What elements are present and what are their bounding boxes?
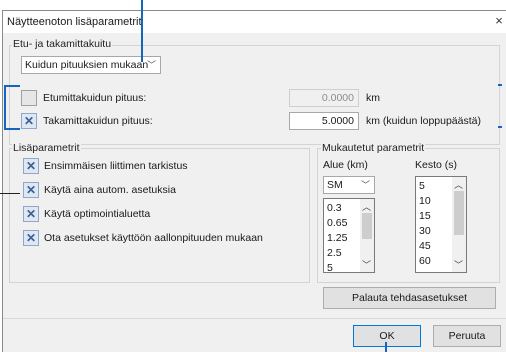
dialog: Näytteenoton lisäparametrit × Etu- ja ta… — [2, 10, 506, 352]
scroll-up-icon[interactable]: ︿ — [454, 178, 463, 191]
range-mode-value: SM — [327, 179, 343, 191]
scroll-down-icon[interactable]: ﹀ — [454, 258, 463, 271]
front-fiber-checkbox[interactable] — [21, 90, 37, 106]
scroll-down-icon[interactable]: ﹀ — [362, 258, 371, 271]
annotation-line — [141, 0, 143, 62]
range-item[interactable]: 2.5 — [327, 247, 342, 259]
duration-scroll-thumb[interactable] — [454, 191, 464, 235]
annotation-line — [0, 193, 20, 194]
duration-list[interactable]: 5 10 15 30 45 60 ︿ ﹀ — [415, 176, 467, 273]
close-icon[interactable]: × — [491, 13, 506, 29]
back-fiber-input[interactable]: 5.0000 — [289, 112, 359, 130]
first-connector-label: Ensimmäisen liittimen tarkistus — [44, 160, 188, 172]
restore-defaults-button[interactable]: Palauta tehdasasetukset — [323, 287, 496, 309]
annotation-tick — [498, 126, 502, 128]
annotation-line — [385, 342, 387, 352]
back-fiber-checkbox[interactable] — [21, 113, 37, 129]
extra-params-label: Lisäparametrit — [12, 142, 81, 154]
fiber-mode-select[interactable]: Kuidun pituuksien mukaan ﹀ — [21, 56, 161, 74]
optimization-checkbox[interactable] — [23, 206, 39, 222]
range-list[interactable]: 0.3 0.65 1.25 2.5 5 ︿ ﹀ — [323, 198, 375, 273]
wavelength-label: Ota asetukset käyttöön aallonpituuden mu… — [44, 232, 263, 244]
front-fiber-label: Etumittakuidun pituus: — [43, 92, 147, 104]
footer-divider — [3, 318, 506, 319]
duration-item[interactable]: 10 — [419, 195, 431, 207]
auto-settings-checkbox[interactable] — [23, 182, 39, 198]
duration-item[interactable]: 30 — [419, 225, 431, 237]
range-header: Alue (km) — [323, 159, 368, 171]
cancel-button[interactable]: Peruuta — [433, 325, 501, 347]
duration-item[interactable]: 45 — [419, 240, 431, 252]
annotation-tick — [498, 84, 502, 86]
range-mode-select[interactable]: SM ﹀ — [323, 176, 375, 194]
annotation-bracket — [4, 85, 6, 130]
first-connector-checkbox[interactable] — [23, 158, 39, 174]
duration-header: Kesto (s) — [415, 159, 458, 171]
duration-scrollbar[interactable]: ︿ ﹀ — [452, 177, 466, 272]
chevron-down-icon: ﹀ — [146, 60, 156, 70]
range-item[interactable]: 5 — [327, 262, 333, 272]
fiber-mode-value: Kuidun pituuksien mukaan — [25, 59, 149, 71]
front-fiber-unit: km — [366, 92, 380, 104]
custom-params-label: Mukautetut parametrit — [321, 142, 426, 154]
range-scrollbar[interactable]: ︿ ﹀ — [360, 199, 374, 272]
window-title: Näytteenoton lisäparametrit — [7, 16, 142, 28]
auto-settings-label: Käytä aina autom. asetuksia — [44, 184, 176, 196]
range-scroll-thumb[interactable] — [362, 213, 372, 239]
annotation-bracket — [4, 85, 20, 87]
duration-item[interactable]: 60 — [419, 255, 431, 267]
optimization-label: Käytä optimointialuetta — [44, 208, 151, 220]
back-fiber-label: Takamittakuidun pituus: — [43, 115, 153, 127]
back-fiber-unit: km (kuidun loppupäästä) — [366, 115, 481, 127]
scroll-up-icon[interactable]: ︿ — [362, 200, 371, 213]
chevron-down-icon: ﹀ — [360, 180, 370, 190]
wavelength-checkbox[interactable] — [23, 230, 39, 246]
range-item[interactable]: 0.65 — [327, 217, 347, 229]
range-item[interactable]: 0.3 — [327, 202, 342, 214]
range-item[interactable]: 1.25 — [327, 232, 347, 244]
ok-button[interactable]: OK — [353, 325, 421, 347]
title-bar: Näytteenoton lisäparametrit × — [3, 11, 506, 33]
duration-item[interactable]: 5 — [419, 180, 425, 192]
front-fiber-input[interactable]: 0.0000 — [289, 89, 359, 107]
annotation-bracket — [4, 128, 20, 130]
end-fiber-group-label: Etu- ja takamittakuitu — [12, 38, 113, 50]
duration-item[interactable]: 15 — [419, 210, 431, 222]
